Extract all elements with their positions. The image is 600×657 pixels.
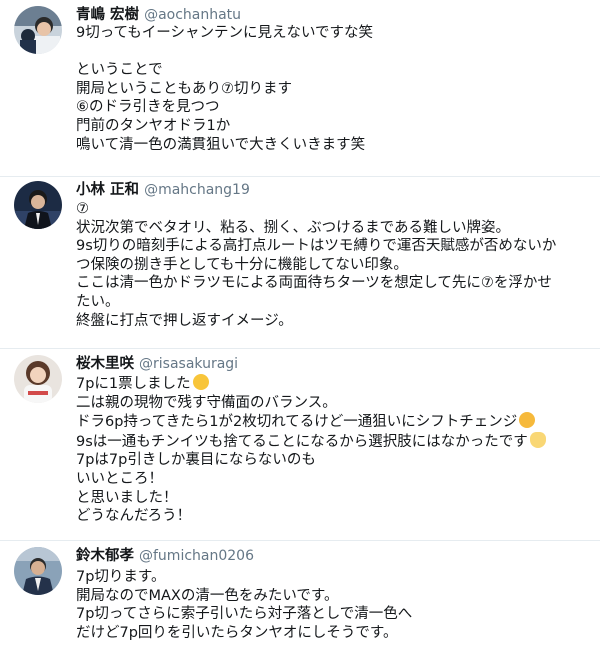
tweet-line: 状況次第でベタオリ、粘る、捌く、ぶつけるまである難しい牌姿。 xyxy=(76,219,510,236)
user-handle[interactable]: @mahchang19 xyxy=(144,182,250,198)
tweet-line: 開局なのでMAXの清一色をみたいです。 xyxy=(76,587,339,604)
tweet-line-text: 9sは一通もチンイツも捨てることになるから選択肢にはなかったです xyxy=(76,433,528,450)
tweet-line: ⑦ xyxy=(76,201,89,217)
display-name[interactable]: 桜木里咲 xyxy=(76,356,134,372)
tweet-line: だけど7p回りを引いたらタンヤオにしそうです。 xyxy=(76,624,398,641)
tweet[interactable]: 青嶋 宏樹 @aochanhatu 9切ってもイーシャンテンに見えないですな笑 と… xyxy=(0,0,600,176)
tweet-line: 9s切りの暗刻手による高打点ルートはツモ縛りで運否天賦感が否めないか xyxy=(76,238,557,255)
avatar[interactable] xyxy=(14,547,62,595)
user-handle[interactable]: @risasakuragi xyxy=(139,356,238,372)
tweet-feed: 青嶋 宏樹 @aochanhatu 9切ってもイーシャンテンに見えないですな笑 と… xyxy=(0,0,600,656)
tweet-line: たい。 xyxy=(76,293,120,310)
tweet-line-text: 7pに1票しました xyxy=(76,376,191,392)
display-name[interactable]: 小林 正和 xyxy=(76,182,139,198)
avatar[interactable] xyxy=(14,181,62,229)
tweet-line: いいところ！ xyxy=(76,470,163,487)
avatar[interactable] xyxy=(14,355,62,403)
display-name[interactable]: 鈴木郁孝 xyxy=(76,548,134,564)
tweet-text: 9切ってもイーシャンテンに見えないですな笑 ということで 開局ということもあり⑦… xyxy=(76,24,586,154)
tweet[interactable]: 小林 正和 @mahchang19 ⑦ 状況次第でベタオリ、粘る、捌く、ぶつけるま… xyxy=(0,176,600,349)
user-handle[interactable]: @fumichan0206 xyxy=(139,548,254,564)
tweet-text: 7pに1票しました 二は親の現物で残す守備面のバランス。 ドラ6p持ってきたら1… xyxy=(76,374,586,526)
tweet-line: 9切ってもイーシャンテンに見えないですな笑 xyxy=(76,25,374,41)
tweet-line: ここは清一色かドラツモによる両面待ちターツを想定して先に⑦を浮かせ xyxy=(76,275,552,292)
tweet-line: 7p切ります。 xyxy=(76,569,166,585)
tweet-line: ドラ6p持ってきたら1が2枚切れてるけど一通狙いにシフトチェンジ xyxy=(76,412,586,432)
tweet-line: 7pは7p引きしか裏目にならないのも xyxy=(76,452,316,469)
tweet[interactable]: 鈴木郁孝 @fumichan0206 7p切ります。 開局なのでMAXの清一色をみ… xyxy=(0,540,600,657)
avatar[interactable] xyxy=(14,6,62,54)
tweet-line: 終盤に打点で押し返すイメージ。 xyxy=(76,312,293,329)
grinning-sweat-emoji xyxy=(192,374,209,390)
tweet[interactable]: 桜木里咲 @risasakuragi 7pに1票しました 二は親の現物で残す守備面… xyxy=(0,348,600,541)
tweet-line xyxy=(76,43,586,62)
tweet-text: 7p切ります。 開局なのでMAXの清一色をみたいです。 7p切ってさらに索子引い… xyxy=(76,568,586,642)
tweet-text: ⑦ 状況次第でベタオリ、粘る、捌く、ぶつけるまである難しい牌姿。 9s切りの暗刻… xyxy=(76,200,586,330)
tweet-line: 門前のタンヤオドラ1か xyxy=(76,117,231,134)
tweet-line: 開局ということもあり⑦切ります xyxy=(76,80,292,97)
raised-hand-emoji xyxy=(529,431,546,448)
thinking-face-emoji xyxy=(519,412,536,429)
tweet-line: 鳴いて清一色の満貫狙いで大きくいきます笑 xyxy=(76,136,366,153)
tweet-line: ⑥のドラ引きを見つつ xyxy=(76,99,220,116)
tweet-line: どうなんだろう！ xyxy=(76,508,192,525)
tweet-line: 二は親の現物で残す守備面のバランス。 xyxy=(76,394,337,411)
tweet-line-text: ドラ6p持ってきたら1が2枚切れてるけど一通狙いにシフトチェンジ xyxy=(76,414,518,431)
display-name[interactable]: 青嶋 宏樹 xyxy=(76,7,139,23)
tweet-line: と思いました！ xyxy=(76,489,178,506)
tweet-line: つ保険の捌き手としても十分に機能してない印象。 xyxy=(76,256,408,273)
user-handle[interactable]: @aochanhatu xyxy=(144,7,241,23)
tweet-line: 7pに1票しました xyxy=(76,374,586,394)
tweet-line: 7p切ってさらに索子引いたら対子落としで清一色へ xyxy=(76,606,413,623)
tweet-line: ということで xyxy=(76,62,163,79)
tweet-line: 9sは一通もチンイツも捨てることになるから選択肢にはなかったです xyxy=(76,431,586,452)
